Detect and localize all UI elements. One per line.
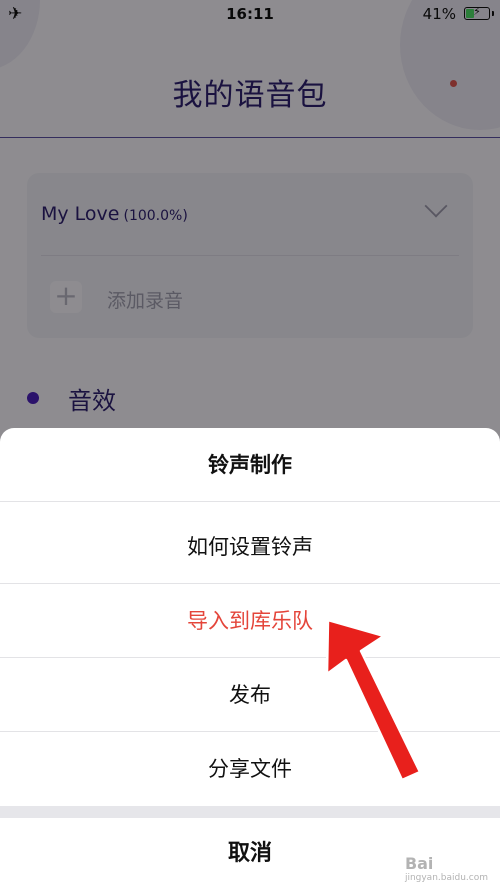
watermark-text: Bai [404, 854, 434, 873]
how-to-set-ringtone-button[interactable]: 如何设置铃声 [0, 510, 500, 584]
action-sheet-group: 铃声制作 如何设置铃声 导入到库乐队 发布 分享文件 [0, 428, 500, 806]
watermark-sub: jingyan.baidu.com [404, 873, 488, 883]
import-garageband-button[interactable]: 导入到库乐队 [0, 584, 500, 658]
action-sheet: 铃声制作 如何设置铃声 导入到库乐队 发布 分享文件 取消 [0, 428, 500, 889]
publish-button[interactable]: 发布 [0, 658, 500, 732]
watermark: Bai jingyan.baidu.com [405, 854, 488, 883]
action-sheet-title: 铃声制作 [0, 428, 500, 502]
share-file-button[interactable]: 分享文件 [0, 732, 500, 806]
sheet-gap [0, 806, 500, 818]
